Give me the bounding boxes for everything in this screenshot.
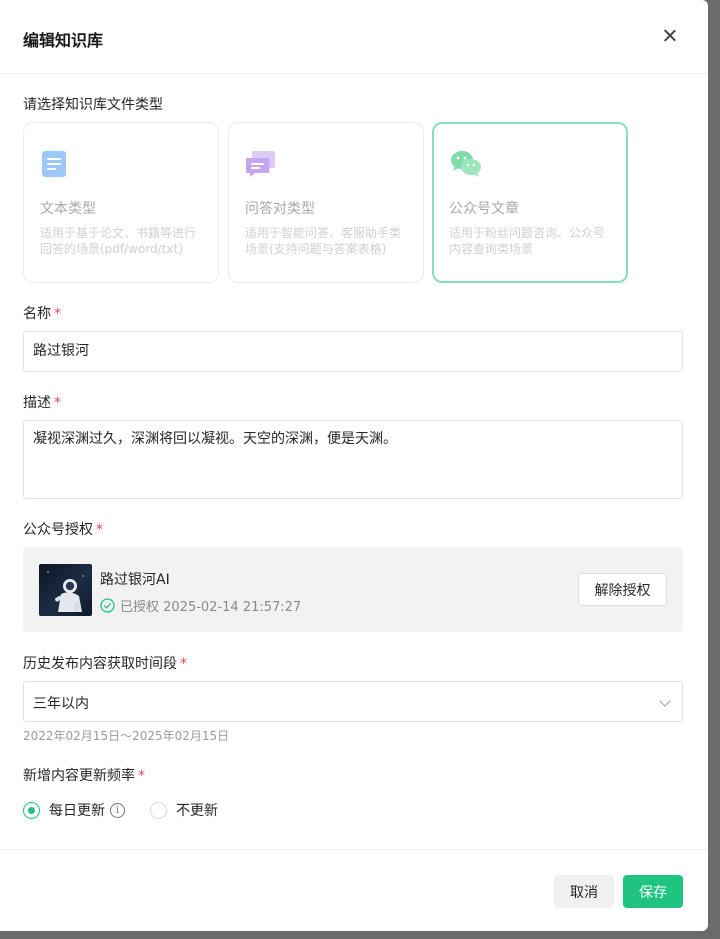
file-type-label: 请选择知识库文件类型 <box>23 97 163 113</box>
chat-bubbles-icon <box>245 150 276 182</box>
info-icon[interactable]: i <box>110 802 125 818</box>
required-mark: * <box>96 522 103 538</box>
type-card-qa-name: 问答对类型 <box>245 201 315 217</box>
wechat-icon <box>450 150 482 182</box>
date-range-hint: 2022年02月15日～2025年02月15日 <box>23 729 230 743</box>
radio-button[interactable] <box>150 801 167 819</box>
name-label-text: 名称 <box>23 306 51 322</box>
auth-status: 已授权 2025-02-14 21:57:27 <box>100 596 301 615</box>
document-icon <box>41 150 67 182</box>
type-card-wechat-name: 公众号文章 <box>449 201 519 217</box>
radio-no-update[interactable]: 不更新 <box>150 800 218 820</box>
type-card-wechat-article[interactable]: 公众号文章 适用于粉丝问题咨询、公众号内容查询类场景 <box>432 122 628 283</box>
required-mark: * <box>138 768 145 784</box>
name-label: 名称 * <box>23 303 61 323</box>
required-mark: * <box>54 395 61 411</box>
chevron-down-icon <box>659 695 671 707</box>
close-icon[interactable] <box>660 26 680 46</box>
frequency-label: 新增内容更新频率 * <box>23 765 145 785</box>
history-label: 历史发布内容获取时间段 * <box>23 653 187 673</box>
revoke-auth-button[interactable]: 解除授权 <box>578 573 667 606</box>
auth-label: 公众号授权 * <box>23 519 103 539</box>
radio-daily-label: 每日更新 <box>49 803 105 819</box>
radio-no-update-label: 不更新 <box>176 803 218 819</box>
auth-label-text: 公众号授权 <box>23 522 93 538</box>
dialog-title: 编辑知识库 <box>23 31 104 50</box>
type-card-text-name: 文本类型 <box>40 201 96 217</box>
auth-card: 路过银河AI 已授权 2025-02-14 21:57:27 解除授权 <box>23 547 683 632</box>
avatar <box>39 564 92 616</box>
save-button[interactable]: 保存 <box>623 875 683 908</box>
auth-status-text: 已授权 2025-02-14 21:57:27 <box>120 600 302 615</box>
required-mark: * <box>54 306 61 322</box>
type-card-qa-desc: 适用于智能问答、客服助手类场景(支持问题与答案表格) <box>245 226 402 256</box>
type-card-wechat-desc: 适用于粉丝问题咨询、公众号内容查询类场景 <box>449 226 606 256</box>
desc-textarea[interactable]: 凝视深渊过久，深渊将回以凝视。天空的深渊，便是天渊。 <box>23 420 683 499</box>
dialog-header: 编辑知识库 <box>0 0 708 74</box>
history-label-text: 历史发布内容获取时间段 <box>23 656 177 672</box>
type-card-text[interactable]: 文本类型 适用于基于论文、书籍等进行回答的场景(pdf/word/txt) <box>23 122 219 283</box>
history-range-select[interactable]: 三年以内 <box>23 681 683 722</box>
desc-label-text: 描述 <box>23 395 51 411</box>
radio-button[interactable] <box>23 801 40 819</box>
history-range-value: 三年以内 <box>33 696 89 712</box>
radio-daily-update[interactable]: 每日更新 i <box>23 800 125 820</box>
check-circle-icon <box>100 598 115 613</box>
frequency-label-text: 新增内容更新频率 <box>23 768 135 784</box>
edit-knowledge-base-dialog: 编辑知识库 请选择知识库文件类型 文本类型 适用于基于论文、书籍等进行回答的场景… <box>0 0 708 931</box>
desc-label: 描述 * <box>23 392 61 412</box>
cancel-button[interactable]: 取消 <box>554 875 614 908</box>
dialog-footer: 取消 保存 <box>0 849 708 931</box>
account-name: 路过银河AI <box>100 572 170 588</box>
type-card-qa[interactable]: 问答对类型 适用于智能问答、客服助手类场景(支持问题与答案表格) <box>228 122 424 283</box>
desc-textarea-value: 凝视深渊过久，深渊将回以凝视。天空的深渊，便是天渊。 <box>33 431 397 447</box>
required-mark: * <box>180 656 187 672</box>
type-card-text-desc: 适用于基于论文、书籍等进行回答的场景(pdf/word/txt) <box>40 226 197 256</box>
name-input[interactable]: 路过银河 <box>23 331 683 372</box>
name-input-value: 路过银河 <box>33 343 89 359</box>
